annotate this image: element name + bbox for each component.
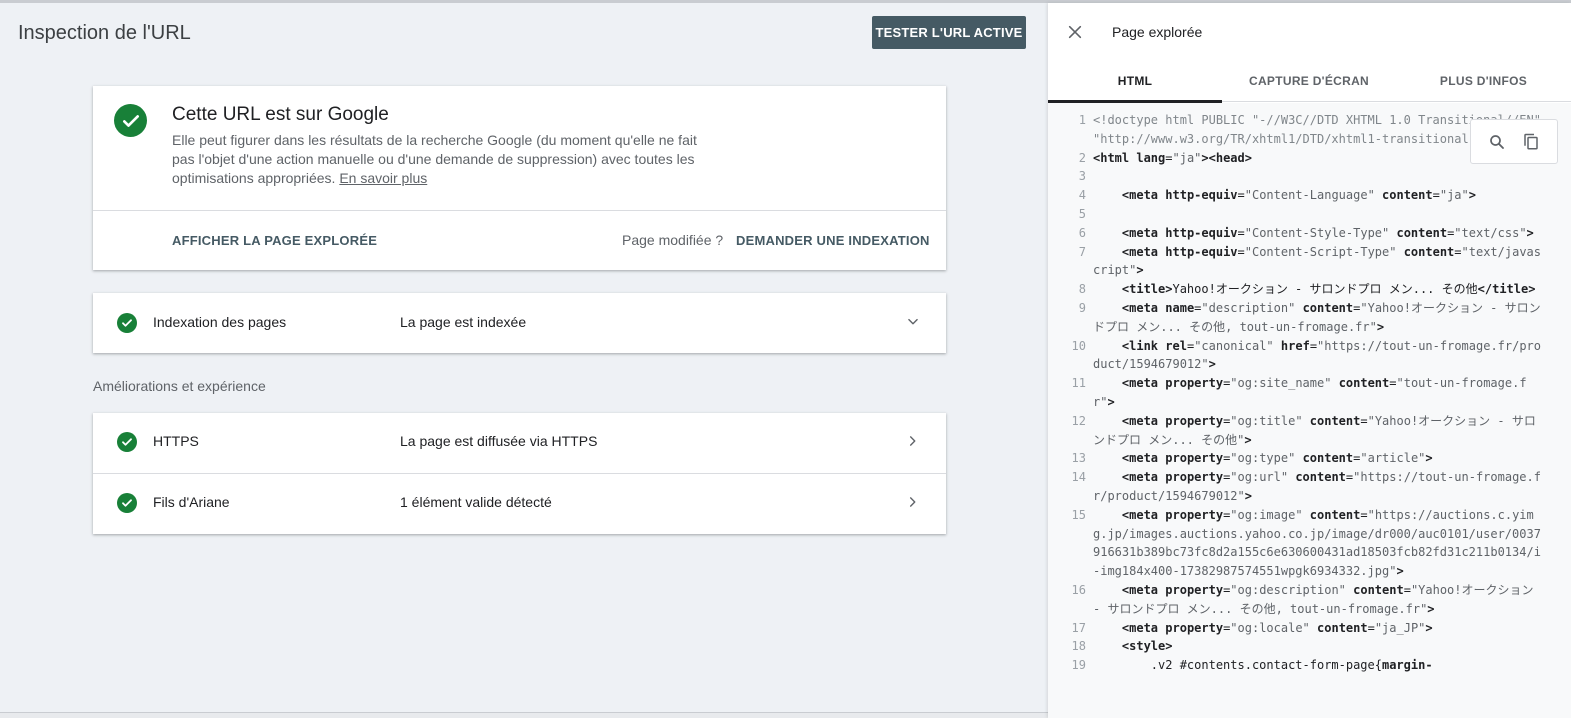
- html-code-viewer[interactable]: 1 <!doctype html PUBLIC "-//W3C//DTD XHTM…: [1048, 103, 1571, 718]
- line-text: [1093, 167, 1544, 186]
- code-line: 14 <meta property="og:url" content="http…: [1048, 468, 1571, 506]
- enhancements-card: HTTPS La page est diffusée via HTTPS Fil…: [93, 413, 946, 534]
- line-text: <meta property="og:image" content="https…: [1093, 507, 1541, 579]
- line-text: <meta http-equiv="Content-Script-Type" c…: [1093, 244, 1541, 278]
- line-number: 18: [1071, 639, 1086, 654]
- test-live-url-button[interactable]: TESTER L'URL ACTIVE: [872, 16, 1026, 49]
- panel-title: Page explorée: [1112, 24, 1203, 40]
- status-description: Elle peut figurer dans les résultats de …: [172, 131, 712, 188]
- tab-html[interactable]: HTML: [1048, 60, 1222, 103]
- code-line: 6 <meta http-equiv="Content-Style-Type" …: [1048, 224, 1571, 243]
- code-line: 9 <meta name="description" content="Yaho…: [1048, 299, 1571, 337]
- view-crawled-page-button[interactable]: AFFICHER LA PAGE EXPLORÉE: [172, 233, 377, 248]
- line-number: 4: [1078, 188, 1086, 203]
- list-item[interactable]: Fils d'Ariane 1 élément valide détecté: [93, 474, 946, 534]
- page-modified-label: Page modifiée ?: [622, 232, 724, 248]
- line-text: <meta property="og:title" content="Yahoo…: [1093, 413, 1536, 447]
- line-text: .v2 #contents.contact-form-page{margin-: [1093, 658, 1433, 673]
- line-number: 9: [1078, 300, 1086, 315]
- status-title: Cette URL est sur Google: [172, 104, 389, 125]
- row-status: La page est indexée: [400, 314, 527, 330]
- learn-more-link[interactable]: En savoir plus: [339, 170, 427, 186]
- line-text: <meta property="og:site_name" content="t…: [1093, 376, 1527, 409]
- code-line: 19 .v2 #contents.contact-form-page{margi…: [1048, 656, 1571, 675]
- line-number: 17: [1071, 620, 1086, 635]
- code-line: 10 <link rel="canonical" href="https://t…: [1048, 337, 1571, 375]
- page-indexing-card[interactable]: Indexation des pages La page est indexée: [93, 293, 946, 353]
- crawled-page-panel: Page explorée HTML CAPTURE D'ÉCRAN PLUS …: [1048, 3, 1571, 718]
- line-text: <meta name="description" content="Yahoo!…: [1093, 300, 1541, 334]
- close-icon[interactable]: [1064, 21, 1086, 43]
- line-number: 7: [1078, 244, 1086, 259]
- row-label: HTTPS: [153, 433, 199, 449]
- tab-screenshot[interactable]: CAPTURE D'ÉCRAN: [1222, 60, 1396, 102]
- code-line: 7 <meta http-equiv="Content-Script-Type"…: [1048, 243, 1571, 281]
- line-number: 8: [1078, 282, 1086, 297]
- code-line: 15 <meta property="og:image" content="ht…: [1048, 506, 1571, 581]
- line-text: <meta property="og:locale" content="ja_J…: [1121, 620, 1433, 635]
- code-line: 12 <meta property="og:title" content="Ya…: [1048, 412, 1571, 450]
- line-number: 3: [1078, 169, 1086, 184]
- line-number: 2: [1078, 150, 1086, 165]
- line-number: 5: [1078, 206, 1086, 221]
- section-title: Améliorations et expérience: [93, 378, 266, 394]
- check-circle-icon: [117, 313, 137, 333]
- code-line: 3: [1048, 167, 1571, 186]
- code-line: 18 <style>: [1048, 637, 1571, 656]
- code-line: 8 <title>Yahoo!オークション - サロンドプロ メン... その他…: [1048, 280, 1571, 299]
- url-status-card: Cette URL est sur Google Elle peut figur…: [93, 86, 946, 270]
- line-text: <meta property="og:url" content="https:/…: [1093, 470, 1541, 503]
- row-status: La page est diffusée via HTTPS: [400, 433, 598, 449]
- search-icon[interactable]: [1487, 132, 1507, 152]
- chevron-right-icon[interactable]: [903, 431, 923, 451]
- page-indexing-row[interactable]: Indexation des pages La page est indexée: [93, 293, 946, 353]
- code-line: 16 <meta property="og:description" conte…: [1048, 581, 1571, 619]
- line-text: <title>Yahoo!オークション - サロンドプロ メン... その他</…: [1121, 282, 1536, 297]
- line-number: 10: [1071, 338, 1086, 353]
- line-number: 1: [1078, 113, 1086, 127]
- line-number: 12: [1071, 413, 1086, 428]
- row-label: Indexation des pages: [153, 314, 287, 330]
- list-item[interactable]: HTTPS La page est diffusée via HTTPS: [93, 413, 946, 473]
- chevron-down-icon[interactable]: [903, 312, 923, 332]
- status-description-text: Elle peut figurer dans les résultats de …: [172, 132, 697, 186]
- code-line: 5: [1048, 205, 1571, 224]
- check-circle-icon: [114, 104, 147, 137]
- line-text: <meta http-equiv="Content-Style-Type" co…: [1121, 225, 1534, 240]
- line-text: [1093, 205, 1544, 224]
- line-number: 15: [1071, 507, 1086, 522]
- line-number: 14: [1071, 470, 1086, 485]
- request-indexing-button[interactable]: DEMANDER UNE INDEXATION: [736, 233, 930, 248]
- copy-icon[interactable]: [1521, 132, 1541, 152]
- check-circle-icon: [117, 432, 137, 452]
- code-line: 4 <meta http-equiv="Content-Language" co…: [1048, 186, 1571, 205]
- line-text: <meta property="og:description" content=…: [1093, 582, 1541, 616]
- chevron-right-icon[interactable]: [903, 492, 923, 512]
- row-label: Fils d'Ariane: [153, 494, 230, 510]
- row-status: 1 élément valide détecté: [400, 494, 552, 510]
- page-title: Inspection de l'URL: [18, 22, 191, 44]
- check-circle-icon: [117, 493, 137, 513]
- code-block: 1 <!doctype html PUBLIC "-//W3C//DTD XHTM…: [1048, 103, 1571, 675]
- line-text: <link rel="canonical" href="https://tout…: [1093, 338, 1542, 372]
- code-line: 11 <meta property="og:site_name" content…: [1048, 374, 1571, 412]
- code-line: 13 <meta property="og:type" content="art…: [1048, 449, 1571, 468]
- line-number: 16: [1071, 582, 1086, 597]
- line-number: 13: [1071, 451, 1086, 466]
- line-text: <style>: [1121, 639, 1173, 654]
- card-divider: [93, 210, 946, 211]
- tab-more-info[interactable]: PLUS D'INFOS: [1396, 60, 1571, 102]
- line-text: <meta property="og:type" content="articl…: [1121, 451, 1433, 466]
- line-number: 19: [1071, 658, 1086, 673]
- bottom-border: [0, 712, 1048, 718]
- line-number: 6: [1078, 225, 1086, 240]
- line-number: 11: [1071, 376, 1086, 391]
- code-toolbar: [1470, 119, 1558, 164]
- code-line: 17 <meta property="og:locale" content="j…: [1048, 619, 1571, 638]
- panel-tabs: HTML CAPTURE D'ÉCRAN PLUS D'INFOS: [1048, 60, 1571, 103]
- line-text: <meta http-equiv="Content-Language" cont…: [1121, 188, 1476, 203]
